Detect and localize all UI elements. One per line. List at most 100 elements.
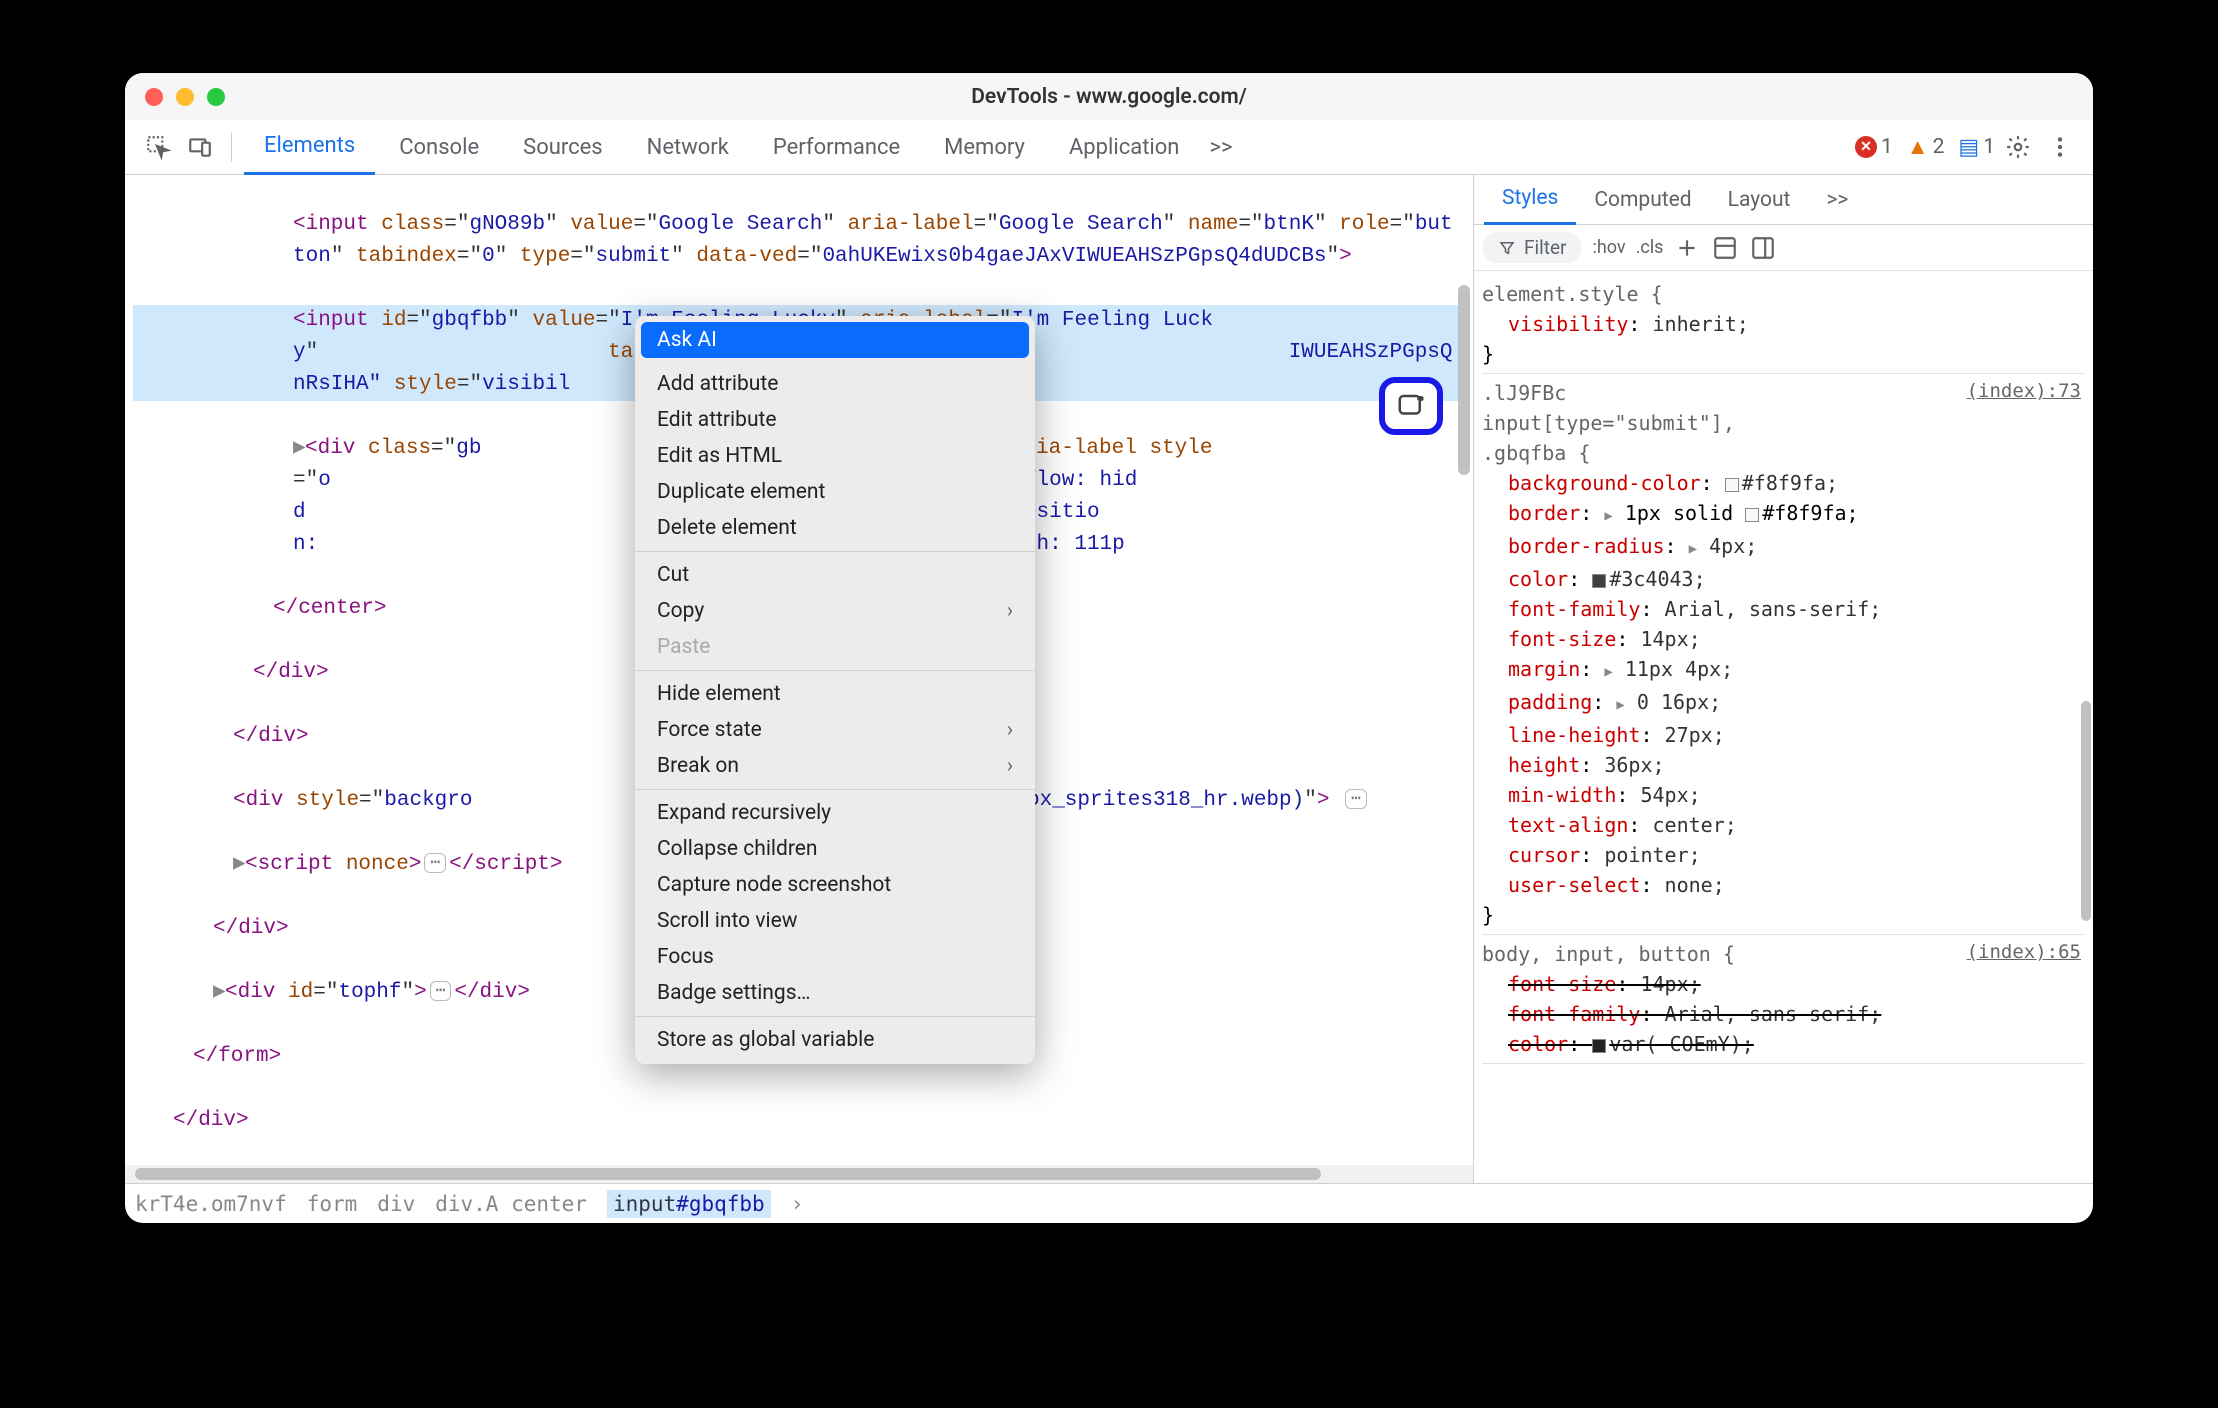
css-value[interactable]: 27px; — [1665, 723, 1725, 747]
context-menu-item[interactable]: Cut — [635, 557, 1035, 593]
context-menu-item[interactable]: Focus — [635, 939, 1035, 975]
context-menu-item[interactable]: Add attribute — [635, 366, 1035, 402]
styles-scrollbar[interactable] — [2079, 271, 2093, 1183]
rule-selector[interactable]: input[type="submit"], — [1482, 411, 1735, 435]
settings-icon[interactable] — [1999, 128, 2037, 166]
tab-sources[interactable]: Sources — [503, 120, 623, 175]
ask-ai-inline-button[interactable] — [1379, 377, 1443, 435]
scrollbar-thumb[interactable] — [135, 1168, 1321, 1180]
styles-rules[interactable]: element.style { visibility: inherit; } (… — [1474, 271, 2093, 1183]
css-property[interactable]: font-family — [1508, 597, 1640, 621]
rule-selector[interactable]: .lJ9FBc — [1482, 381, 1566, 405]
context-menu-item[interactable]: Collapse children — [635, 831, 1035, 867]
css-value[interactable]: 4px; — [1709, 534, 1757, 558]
zoom-window-button[interactable] — [207, 88, 225, 106]
css-value[interactable]: center; — [1653, 813, 1737, 837]
errors-badge[interactable]: ✕ 1 — [1855, 135, 1893, 159]
ellipsis-pill[interactable]: ⋯ — [430, 981, 452, 1001]
css-value[interactable]: 14px; — [1640, 627, 1700, 651]
css-property[interactable]: visibility — [1508, 312, 1628, 336]
rule-selector[interactable]: element.style { — [1482, 282, 1663, 306]
context-menu-item[interactable]: Expand recursively — [635, 795, 1035, 831]
css-value[interactable]: inherit; — [1653, 312, 1749, 336]
tab-network[interactable]: Network — [627, 120, 749, 175]
context-menu-item-copy[interactable]: Copy› — [635, 593, 1035, 629]
cls-toggle[interactable]: .cls — [1636, 237, 1664, 258]
color-swatch[interactable] — [1745, 508, 1759, 522]
css-value[interactable]: 0 16px; — [1637, 690, 1721, 714]
css-value[interactable]: Arial, sans-serif; — [1665, 597, 1882, 621]
context-menu-item[interactable]: Badge settings… — [635, 975, 1035, 1011]
filter-input[interactable]: Filter — [1482, 232, 1582, 263]
minimize-window-button[interactable] — [176, 88, 194, 106]
tab-application[interactable]: Application — [1049, 120, 1199, 175]
style-rule[interactable]: element.style { visibility: inherit; } — [1482, 275, 2085, 374]
color-swatch[interactable] — [1725, 478, 1739, 492]
css-property[interactable]: font-size — [1508, 627, 1616, 651]
context-menu-item[interactable]: Edit attribute — [635, 402, 1035, 438]
ellipsis-pill[interactable]: ⋯ — [424, 853, 446, 873]
breadcrumb-bar[interactable]: krT4e.om7nvf form div div.A center input… — [125, 1183, 2093, 1223]
context-menu-item[interactable]: Scroll into view — [635, 903, 1035, 939]
css-property[interactable]: border — [1508, 501, 1580, 525]
context-menu-item[interactable]: Store as global variable — [635, 1022, 1035, 1058]
rule-source-link[interactable]: (index):73 — [1967, 376, 2081, 406]
breadcrumb-item[interactable]: form — [307, 1192, 358, 1216]
tab-console[interactable]: Console — [379, 120, 499, 175]
vertical-scrollbar[interactable] — [1455, 175, 1473, 1165]
scrollbar-thumb[interactable] — [1458, 285, 1470, 475]
breadcrumb-item[interactable]: krT4e.om7nvf — [135, 1192, 287, 1216]
warnings-badge[interactable]: ▲ 2 — [1907, 134, 1945, 160]
kebab-menu-icon[interactable] — [2041, 128, 2079, 166]
tabs-overflow[interactable]: >> — [1203, 135, 1238, 160]
css-property[interactable]: color — [1508, 567, 1568, 591]
rule-source-link[interactable]: (index):65 — [1967, 937, 2081, 967]
breadcrumb-scroll-right-icon[interactable]: › — [791, 1192, 804, 1216]
css-value[interactable]: 36px; — [1604, 753, 1664, 777]
breadcrumb-item-selected[interactable]: input#gbqfbb — [607, 1190, 771, 1218]
css-property[interactable]: font-family — [1508, 1002, 1640, 1026]
color-swatch[interactable] — [1592, 574, 1606, 588]
computed-styles-sidebar-icon[interactable] — [1711, 234, 1739, 262]
styles-tab-styles[interactable]: Styles — [1484, 175, 1576, 225]
css-property[interactable]: margin — [1508, 657, 1580, 681]
css-value[interactable]: #3c4043; — [1609, 567, 1705, 591]
dom-node[interactable]: <input class="gNO89b" value="Google Sear… — [133, 209, 1465, 273]
styles-tabs-overflow[interactable]: >> — [1808, 175, 1866, 225]
tab-performance[interactable]: Performance — [753, 120, 920, 175]
hov-toggle[interactable]: :hov — [1592, 237, 1625, 258]
css-value[interactable]: 11px 4px; — [1625, 657, 1733, 681]
context-menu-item[interactable]: Edit as HTML — [635, 438, 1035, 474]
context-menu-item[interactable]: Hide element — [635, 676, 1035, 712]
tab-memory[interactable]: Memory — [924, 120, 1045, 175]
css-property[interactable]: line-height — [1508, 723, 1640, 747]
css-value[interactable]: pointer; — [1604, 843, 1700, 867]
styles-tab-layout[interactable]: Layout — [1710, 175, 1809, 225]
css-property[interactable]: font-size — [1508, 972, 1616, 996]
horizontal-scrollbar[interactable] — [125, 1165, 1473, 1183]
css-property[interactable]: color — [1508, 1032, 1568, 1056]
context-menu-item-break-on[interactable]: Break on› — [635, 748, 1035, 784]
messages-badge[interactable]: ▤ 1 — [1958, 135, 1995, 160]
context-menu-item-ask-ai[interactable]: Ask AI — [641, 322, 1029, 358]
css-value[interactable]: none; — [1665, 873, 1725, 897]
context-menu-item[interactable]: Duplicate element — [635, 474, 1035, 510]
scrollbar-thumb[interactable] — [2081, 701, 2091, 921]
context-menu-item-force-state[interactable]: Force state› — [635, 712, 1035, 748]
css-value[interactable]: Arial, sans-serif; — [1665, 1002, 1882, 1026]
css-property[interactable]: min-width — [1508, 783, 1616, 807]
css-property[interactable]: background-color — [1508, 471, 1701, 495]
rule-selector[interactable]: .gbqfba { — [1482, 441, 1590, 465]
style-rule[interactable]: (index):73 .lJ9FBc input[type="submit"],… — [1482, 374, 2085, 935]
style-rule[interactable]: (index):65 body, input, button { font-si… — [1482, 935, 2085, 1064]
breadcrumb-item[interactable]: div — [377, 1192, 415, 1216]
css-value[interactable]: #f8f9fa; — [1742, 471, 1838, 495]
color-swatch[interactable] — [1592, 1039, 1606, 1053]
css-property[interactable]: padding — [1508, 690, 1592, 714]
css-property[interactable]: text-align — [1508, 813, 1628, 837]
context-menu-item[interactable]: Capture node screenshot — [635, 867, 1035, 903]
new-style-rule-icon[interactable] — [1673, 234, 1701, 262]
inspect-icon[interactable] — [139, 128, 177, 166]
css-property[interactable]: cursor — [1508, 843, 1580, 867]
breadcrumb-item[interactable]: div.A center — [435, 1192, 587, 1216]
